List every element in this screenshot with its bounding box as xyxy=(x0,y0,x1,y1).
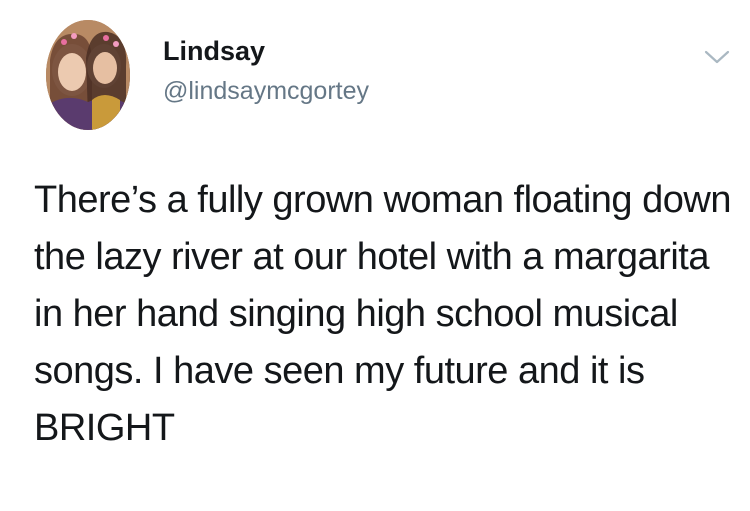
chevron-down-icon[interactable] xyxy=(702,46,732,68)
author-name[interactable]: Lindsay xyxy=(163,38,265,65)
avatar[interactable] xyxy=(46,20,130,130)
tweet-card: Lindsay @lindsaymcgortey There’s a fully… xyxy=(0,0,750,511)
tweet-text: There’s a fully grown woman floating dow… xyxy=(34,179,731,449)
avatar-image xyxy=(46,20,130,130)
author-handle[interactable]: @lindsaymcgortey xyxy=(163,79,369,104)
